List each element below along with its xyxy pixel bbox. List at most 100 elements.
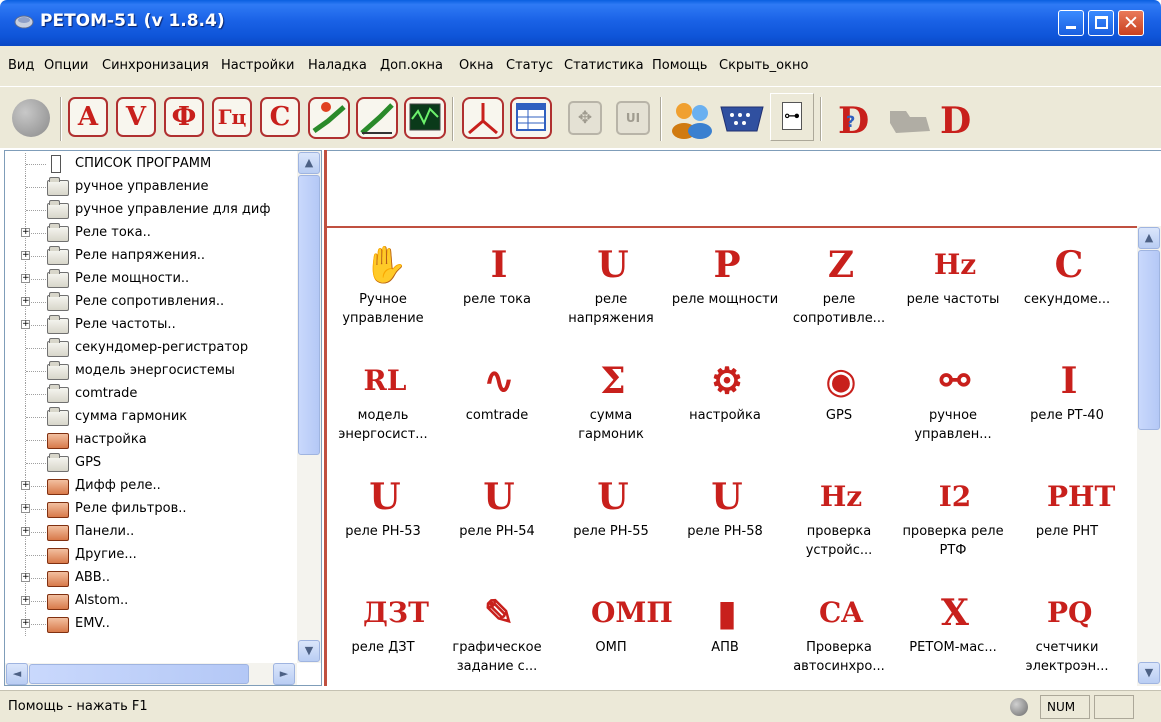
tree-item[interactable]: + Реле напряжения..	[5, 245, 297, 268]
tree-item[interactable]: + Реле сопротивления..	[5, 291, 297, 314]
menu-sync[interactable]: Синхронизация	[102, 58, 209, 73]
program-tile[interactable]: Uреле РН-58	[669, 466, 781, 578]
tree-item[interactable]: модель энергосистемы	[5, 360, 297, 383]
tree-item[interactable]: + Реле мощности..	[5, 268, 297, 291]
ramp-button[interactable]	[352, 93, 402, 143]
program-tile[interactable]: I2 проверка реле РТФ	[897, 466, 1009, 578]
oscilloscope-button[interactable]	[400, 93, 450, 143]
program-tile[interactable]: Uреле РН-54	[441, 466, 553, 578]
program-tile[interactable]: ▮ АПВ	[669, 582, 781, 686]
program-tile[interactable]: Σсумма гармоник	[555, 350, 667, 462]
expand-icon[interactable]: +	[21, 297, 30, 306]
menu-tuning[interactable]: Наладка	[308, 58, 367, 73]
horizontal-scroll-thumb[interactable]	[29, 664, 249, 684]
expand-icon[interactable]: +	[21, 320, 30, 329]
stopwatch-button[interactable]: C	[256, 93, 306, 143]
frequency-meter-button[interactable]: Гц	[208, 93, 258, 143]
vector-diagram-button[interactable]	[458, 93, 508, 143]
tree-item[interactable]: настройка	[5, 429, 297, 452]
menu-windows[interactable]: Окна	[459, 58, 494, 73]
menu-settings[interactable]: Настройки	[221, 58, 294, 73]
expand-icon[interactable]: +	[21, 274, 30, 283]
help-document-button[interactable]: D?	[832, 93, 882, 143]
program-tile[interactable]: Hz проверка устройс...	[783, 466, 895, 578]
com-port-button[interactable]	[716, 93, 766, 143]
close-button[interactable]: ✕	[1118, 10, 1144, 36]
document-button[interactable]: D	[934, 93, 984, 143]
program-tile[interactable]: ◉ GPS	[783, 350, 895, 462]
menu-hide-window[interactable]: Скрыть_окно	[719, 58, 808, 73]
tree-item[interactable]: + EMV..	[5, 613, 297, 636]
tree-item[interactable]: секундомер-регистратор	[5, 337, 297, 360]
menu-view[interactable]: Вид	[8, 58, 34, 73]
tree-item[interactable]: + Реле тока..	[5, 222, 297, 245]
program-tile[interactable]: ⚙ настройка	[669, 350, 781, 462]
scroll-down-button[interactable]: ▼	[298, 640, 320, 662]
scroll-right-button[interactable]: ►	[273, 663, 295, 685]
tree-item[interactable]: Другие...	[5, 544, 297, 567]
menu-help[interactable]: Помощь	[652, 58, 707, 73]
stop-button[interactable]	[6, 93, 56, 143]
grid-vertical-scrollbar[interactable]: ▲ ▼	[1137, 226, 1161, 686]
scroll-left-button[interactable]: ◄	[6, 663, 28, 685]
program-tree[interactable]: СПИСОК ПРОГРАММ ручное управление ручное у…	[4, 150, 322, 686]
tree-vertical-scrollbar[interactable]: ▲ ▼	[297, 151, 321, 663]
voltmeter-button[interactable]: V	[112, 93, 162, 143]
program-tile[interactable]: Uреле напряжения	[555, 234, 667, 346]
menu-statistics[interactable]: Статистика	[564, 58, 644, 73]
tree-item[interactable]: ручное управление для диф	[5, 199, 297, 222]
tree-item[interactable]: GPS	[5, 452, 297, 475]
program-tile[interactable]: Zреле сопротивле...	[783, 234, 895, 346]
maximize-button[interactable]	[1088, 10, 1114, 36]
program-tile[interactable]: Pреле мощности	[669, 234, 781, 346]
expand-icon[interactable]: +	[21, 527, 30, 536]
program-tile[interactable]: РНТ реле РНТ	[1011, 466, 1123, 578]
program-tile[interactable]: Cсекундоме...	[1011, 234, 1123, 346]
navigate-button[interactable]: ✥	[560, 93, 610, 143]
tree-view-button[interactable]: ⊶	[770, 93, 814, 141]
scroll-up-button[interactable]: ▲	[298, 152, 320, 174]
program-tile[interactable]: ДЗТ реле ДЗТ	[327, 582, 439, 686]
tree-item[interactable]: СПИСОК ПРОГРАММ	[5, 153, 297, 176]
tree-item[interactable]: comtrade	[5, 383, 297, 406]
program-tile[interactable]: Hz реле частоты	[897, 234, 1009, 346]
program-tile[interactable]: Iреле РТ-40	[1011, 350, 1123, 462]
tree-item[interactable]: + Реле фильтров..	[5, 498, 297, 521]
grid-scroll-thumb[interactable]	[1138, 250, 1160, 430]
expand-icon[interactable]: +	[21, 481, 30, 490]
program-tile[interactable]: CA Проверка автосинхро...	[783, 582, 895, 686]
menu-extra-windows[interactable]: Доп.окна	[380, 58, 443, 73]
tree-item[interactable]: + ABB..	[5, 567, 297, 590]
grid-scroll-down-button[interactable]: ▼	[1138, 662, 1160, 684]
tree-item[interactable]: сумма гармоник	[5, 406, 297, 429]
program-tile[interactable]: X РЕТОМ-мас...	[897, 582, 1009, 686]
tree-horizontal-scrollbar[interactable]: ◄ ►	[5, 663, 297, 685]
scroll-thumb[interactable]	[298, 175, 320, 455]
characteristic-button[interactable]	[304, 93, 354, 143]
program-tile[interactable]: Uреле РН-55	[555, 466, 667, 578]
expand-icon[interactable]: +	[21, 228, 30, 237]
program-tile[interactable]: ✎ графическое задание с...	[441, 582, 553, 686]
users-button[interactable]	[666, 93, 716, 143]
menu-options[interactable]: Опции	[44, 58, 88, 73]
expand-icon[interactable]: +	[21, 504, 30, 513]
program-tile[interactable]: ✋ Ручное управление	[327, 234, 439, 346]
expand-icon[interactable]: +	[21, 596, 30, 605]
ui-button[interactable]: UI	[608, 93, 658, 143]
expand-icon[interactable]: +	[21, 619, 30, 628]
program-tile[interactable]: ⚯ ручное управлен...	[897, 350, 1009, 462]
expand-icon[interactable]: +	[21, 251, 30, 260]
ammeter-button[interactable]: A	[64, 93, 114, 143]
program-tile[interactable]: ОМП ОМП	[555, 582, 673, 686]
tree-item[interactable]: + Реле частоты..	[5, 314, 297, 337]
program-tile[interactable]: PQ счетчики электроэн...	[1011, 582, 1123, 686]
tree-item[interactable]: + Дифф реле..	[5, 475, 297, 498]
tree-item[interactable]: + Панели..	[5, 521, 297, 544]
program-tile[interactable]: RL модель энергосист...	[327, 350, 439, 462]
minimize-button[interactable]	[1058, 10, 1084, 36]
device-button[interactable]	[882, 93, 932, 143]
expand-icon[interactable]: +	[21, 573, 30, 582]
grid-scroll-up-button[interactable]: ▲	[1138, 227, 1160, 249]
phase-meter-button[interactable]: Ф	[160, 93, 210, 143]
menu-status[interactable]: Статус	[506, 58, 553, 73]
